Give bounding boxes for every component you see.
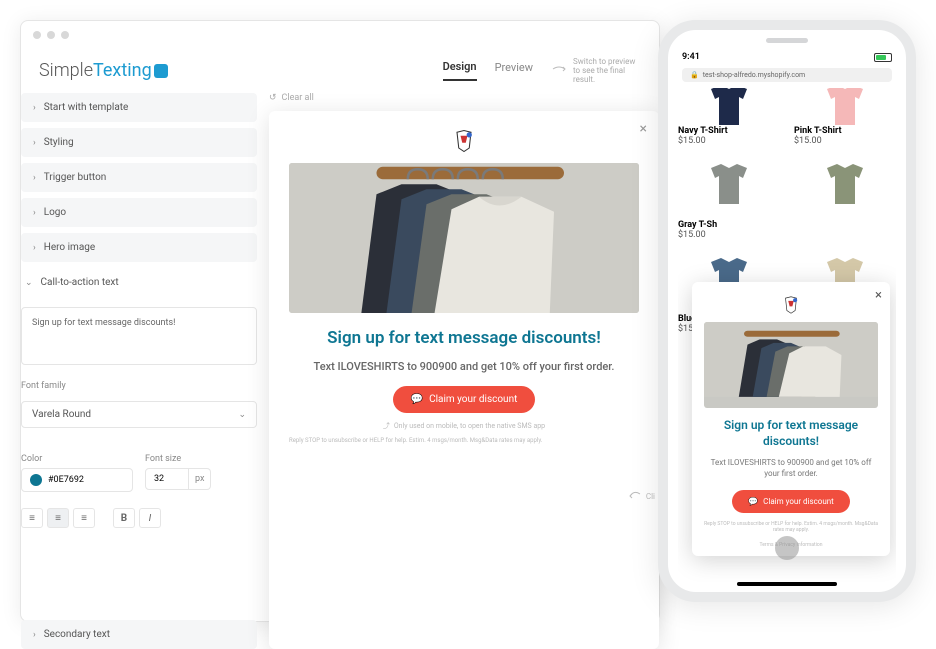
accordion-styling[interactable]: ›Styling [21,128,257,157]
font-size-input[interactable]: 32 px [145,468,257,490]
product-card[interactable] [794,152,896,240]
swap-arrow-icon [551,66,567,76]
window-dot [33,31,41,39]
product-thumb [678,152,780,216]
arrow-up-icon: ⤴ [383,421,390,431]
popup-logo-icon [450,127,478,155]
app-window: SimpleTexting Design Preview Switch to p… [20,20,660,622]
font-family-label: Font family [21,381,257,391]
bold-button[interactable]: B [113,508,135,528]
claim-discount-button[interactable]: 💬 Claim your discount [732,490,850,513]
color-input[interactable]: #0E7692 [21,468,133,492]
chevron-right-icon: › [33,173,36,183]
tab-design[interactable]: Design [443,60,477,81]
product-price: $15.00 [678,136,780,146]
italic-button[interactable]: I [139,508,161,528]
popup-subhead: Text ILOVESHIRTS to 900900 and get 10% o… [314,359,615,374]
chevron-right-icon: › [33,208,36,218]
text-style-group: B I [113,508,161,528]
font-family-select[interactable]: Varela Round ⌄ [21,401,257,428]
hero-image [704,322,878,408]
status-bar: 9:41 [682,52,892,62]
window-chrome [21,21,659,49]
close-icon[interactable]: × [875,288,882,303]
address-bar[interactable]: 🔒 test-shop-alfredo.myshopify.com [682,68,892,82]
align-right-button[interactable]: ≡ [73,508,95,528]
lock-icon: 🔒 [690,71,699,79]
editor-sidebar: ›Start with template ›Styling ›Trigger b… [21,93,257,649]
battery-icon [874,53,892,62]
chevron-down-icon: ⌄ [25,278,33,288]
color-swatch [30,474,42,486]
popup-subhead: Text ILOVESHIRTS to 900900 and get 10% o… [704,457,878,479]
align-center-button[interactable]: ≡ [47,508,69,528]
accordion-cta[interactable]: ⌄Call-to-action text [21,268,257,297]
accordion-template[interactable]: ›Start with template [21,93,257,122]
accordion-logo[interactable]: ›Logo [21,198,257,227]
product-name: Gray T-Sh [678,220,780,230]
product-thumb [678,88,780,122]
align-left-button[interactable]: ≡ [21,508,43,528]
app-logo: SimpleTexting [39,60,168,81]
mobile-hint: ⤴ Only used on mobile, to open the nativ… [383,421,545,431]
text-align-group: ≡ ≡ ≡ [21,508,95,528]
popup-headline: Sign up for text message discounts! [327,327,601,349]
home-indicator [737,582,837,586]
chevron-right-icon: › [33,243,36,253]
chevron-down-icon: ⌄ [238,410,246,420]
popup-logo-icon [780,294,802,316]
phone-speaker [766,38,808,43]
chevron-right-icon: › [33,630,36,640]
phone-mockup: 9:41 🔒 test-shop-alfredo.myshopify.com N… [658,20,916,602]
touch-indicator [775,536,799,560]
mobile-popup: × Sign up for text message discounts! Te… [692,282,890,556]
status-time: 9:41 [682,52,700,62]
undo-icon: ↺ [269,93,277,103]
accordion-secondary[interactable]: ›Secondary text [21,620,257,649]
popup-preview: × [269,111,659,649]
clear-all-button[interactable]: ↺ Clear all [269,93,659,103]
tab-preview[interactable]: Preview [495,61,533,80]
product-price: $15.00 [678,230,780,240]
color-label: Color [21,454,133,464]
fineprint: Reply STOP to unsubscribe or HELP for he… [704,521,878,534]
fineprint: Reply STOP to unsubscribe or HELP for he… [289,437,639,445]
claim-discount-button[interactable]: 💬 Claim your discount [393,386,536,413]
shop-viewport: Navy T-Shirt $15.00 Pink T-Shirt $15.00 … [678,88,896,582]
close-icon[interactable]: × [640,121,647,137]
font-size-label: Font size [145,454,257,464]
popup-headline: Sign up for text message discounts! [704,418,878,449]
accordion-hero[interactable]: ›Hero image [21,233,257,262]
window-dot [61,31,69,39]
product-card[interactable]: Gray T-Sh $15.00 [678,152,780,240]
chevron-right-icon: › [33,138,36,148]
chevron-right-icon: › [33,103,36,113]
design-canvas: ↺ Clear all × [269,93,659,649]
chat-icon: 💬 [748,497,758,506]
hero-image [289,163,639,313]
preview-hint: Switch to preview to see the final resul… [551,57,641,84]
product-card[interactable]: Pink T-Shirt $15.00 [794,88,896,146]
click-hint: Cli [628,491,655,501]
accordion-trigger[interactable]: ›Trigger button [21,163,257,192]
window-dot [47,31,55,39]
chat-icon: 💬 [411,394,423,405]
product-thumb [794,152,896,216]
product-card[interactable]: Navy T-Shirt $15.00 [678,88,780,146]
cta-text-input[interactable]: Sign up for text message discounts! [21,307,257,365]
product-price: $15.00 [794,136,896,146]
product-thumb [794,88,896,122]
